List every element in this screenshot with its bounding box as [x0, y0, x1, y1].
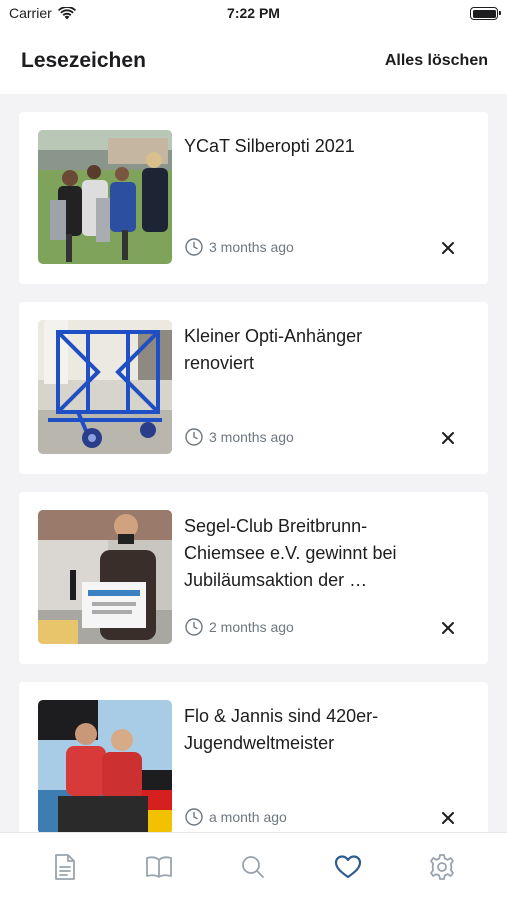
tab-settings[interactable]: [418, 853, 466, 881]
tab-bookmarks[interactable]: [324, 853, 372, 881]
bookmark-title[interactable]: Segel-Club Breitbrunn-Chiemsee e.V. gewi…: [184, 513, 419, 594]
document-icon: [55, 854, 75, 880]
remove-bookmark-button[interactable]: [439, 809, 457, 827]
heart-icon: [334, 855, 361, 879]
remove-bookmark-button[interactable]: [439, 619, 457, 637]
tab-bar: [0, 832, 507, 900]
gear-icon: [429, 854, 454, 880]
bookmark-age: 3 months ago: [209, 429, 294, 445]
remove-bookmark-button[interactable]: [439, 429, 457, 447]
header: Lesezeichen Alles löschen: [0, 28, 507, 94]
bookmark-title[interactable]: Flo & Jannis sind 420er-Jugendweltmeiste…: [184, 703, 419, 757]
bookmark-meta: 3 months ago: [185, 238, 294, 256]
bookmark-title[interactable]: YCaT Silberopti 2021: [184, 133, 419, 160]
status-time: 7:22 PM: [227, 5, 280, 21]
tab-search[interactable]: [229, 853, 277, 881]
bookmark-age: 2 months ago: [209, 619, 294, 635]
book-icon: [146, 856, 173, 878]
clock-icon: [185, 808, 203, 826]
search-icon: [242, 856, 265, 878]
bookmark-title[interactable]: Kleiner Opti-Anhänger renoviert: [184, 323, 419, 377]
clock-icon: [185, 238, 203, 256]
bookmark-card[interactable]: YCaT Silberopti 2021 3 months ago: [19, 112, 488, 284]
bookmark-thumbnail: [38, 130, 172, 264]
bookmark-list[interactable]: YCaT Silberopti 2021 3 months ago Kleine…: [0, 94, 507, 832]
bookmark-thumbnail: [38, 320, 172, 454]
clear-all-button[interactable]: Alles löschen: [385, 52, 488, 70]
bookmark-meta: 2 months ago: [185, 618, 294, 636]
bookmark-thumbnail: [38, 700, 172, 832]
bookmark-meta: a month ago: [185, 808, 287, 826]
bookmark-card[interactable]: Flo & Jannis sind 420er-Jugendweltmeiste…: [19, 682, 488, 832]
bookmark-card[interactable]: Segel-Club Breitbrunn-Chiemsee e.V. gewi…: [19, 492, 488, 664]
clock-icon: [185, 428, 203, 446]
tab-articles[interactable]: [41, 853, 89, 881]
clock-icon: [185, 618, 203, 636]
bookmark-meta: 3 months ago: [185, 428, 294, 446]
remove-bookmark-button[interactable]: [439, 239, 457, 257]
status-bar: Carrier 7:22 PM: [0, 0, 507, 28]
bookmark-card[interactable]: Kleiner Opti-Anhänger renoviert 3 months…: [19, 302, 488, 474]
bookmark-thumbnail: [38, 510, 172, 644]
bookmark-age: a month ago: [209, 809, 287, 825]
page-title: Lesezeichen: [21, 49, 146, 72]
bookmark-age: 3 months ago: [209, 239, 294, 255]
tab-magazine[interactable]: [135, 853, 183, 881]
battery-icon: [470, 7, 501, 20]
